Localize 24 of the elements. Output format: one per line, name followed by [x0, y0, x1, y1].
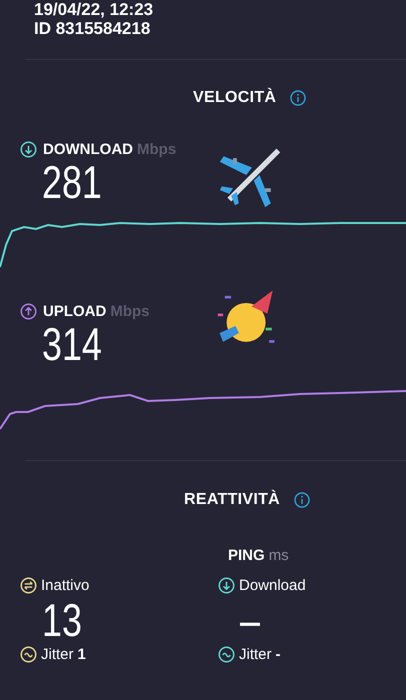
section-title: VELOCITÀ	[193, 89, 276, 107]
jitter-value: -	[276, 646, 281, 663]
info-icon[interactable]	[294, 492, 310, 508]
ping-value: –	[240, 594, 261, 646]
speed-value: 281	[42, 158, 103, 206]
ping-type-label: Download	[239, 577, 306, 594]
test-date: 19/04/22, 12:23	[34, 0, 154, 19]
test-label: UPLOAD	[43, 303, 106, 320]
ping-label: PING	[228, 547, 265, 564]
jitter-label: Jitter	[41, 646, 74, 663]
info-icon[interactable]	[290, 90, 306, 106]
test-label: DOWNLOAD	[43, 141, 133, 158]
unit-label: Mbps	[137, 141, 176, 158]
unit-label: Mbps	[110, 303, 150, 320]
wave-icon	[218, 646, 235, 663]
test-id: ID 8315584218	[34, 19, 152, 38]
wave-icon	[20, 646, 37, 663]
speed-value: 314	[42, 320, 103, 368]
unit-label: ms	[268, 547, 289, 564]
jitter-value: 1	[78, 646, 86, 663]
section-title: REATTIVITÀ	[184, 491, 280, 509]
ping-type-label: Inattivo	[41, 577, 90, 594]
ping-value: 13	[42, 594, 83, 646]
jitter-label: Jitter	[239, 646, 272, 663]
